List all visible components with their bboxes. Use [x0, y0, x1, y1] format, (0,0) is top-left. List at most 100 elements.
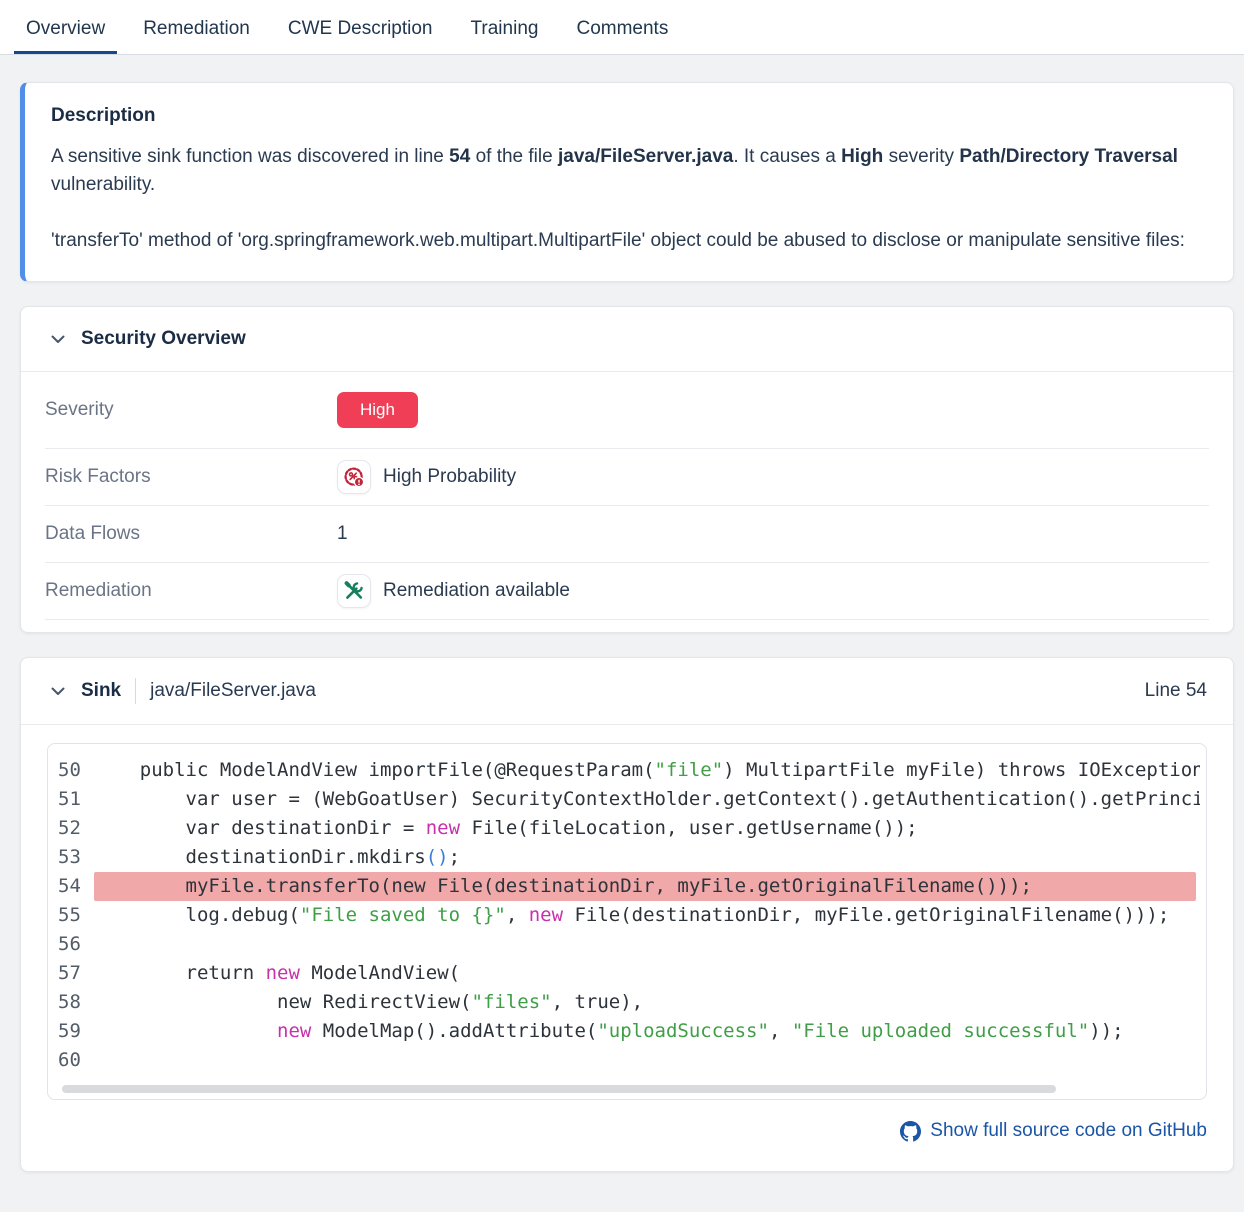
line-number: 52 — [48, 814, 94, 843]
code-viewer[interactable]: 50 public ModelAndView importFile(@Reque… — [47, 743, 1207, 1100]
emphasized-text: java/FileServer.java — [558, 146, 733, 167]
code-line: 60 — [48, 1046, 1206, 1075]
tab-comments[interactable]: Comments — [564, 10, 680, 54]
code-line: 56 — [48, 930, 1206, 959]
code-segment: destinationDir.mkdirs — [94, 846, 426, 868]
row-severity: SeverityHigh — [45, 372, 1209, 449]
line-number: 57 — [48, 959, 94, 988]
text: A sensitive sink function was discovered… — [51, 146, 449, 167]
chevron-down-icon[interactable] — [51, 687, 65, 696]
severity-badge: High — [337, 392, 418, 428]
tab-training[interactable]: Training — [459, 10, 551, 54]
github-source-link[interactable]: Show full source code on GitHub — [900, 1120, 1207, 1142]
tools-icon — [337, 574, 371, 608]
code-text: public ModelAndView importFile(@RequestP… — [94, 756, 1200, 785]
emphasized-text: High — [841, 146, 883, 167]
code-segment: new — [426, 817, 460, 839]
code-text — [94, 930, 1200, 959]
code-line: 55 log.debug("File saved to {}", new Fil… — [48, 901, 1206, 930]
code-line-highlighted: 54 myFile.transferTo(new File(destinatio… — [48, 872, 1206, 901]
github-icon — [900, 1121, 921, 1142]
row-remediation: RemediationRemediation available — [45, 563, 1209, 620]
code-segment: new RedirectView( — [94, 991, 472, 1013]
description-paragraph-1: A sensitive sink function was discovered… — [51, 143, 1203, 199]
code-line: 51 var user = (WebGoatUser) SecurityCont… — [48, 785, 1206, 814]
data-flows-text: 1 — [337, 523, 348, 545]
code-lines: 50 public ModelAndView importFile(@Reque… — [48, 756, 1206, 1075]
code-segment: "files" — [472, 991, 552, 1013]
code-text: new RedirectView("files", true), — [94, 988, 1200, 1017]
code-text — [94, 1046, 1200, 1075]
code-segment: var user = (WebGoatUser) SecurityContext… — [94, 788, 1200, 810]
description-title: Description — [51, 105, 1203, 127]
code-segment: ) MultipartFile myFile) throws IOExcepti… — [723, 759, 1200, 781]
line-number: 53 — [48, 843, 94, 872]
description-panel: Description A sensitive sink function wa… — [20, 82, 1234, 282]
row-risk-factors: Risk FactorsHigh Probability — [45, 449, 1209, 506]
sink-title: Sink — [81, 680, 121, 702]
code-segment: "File saved to {}" — [300, 904, 506, 926]
horizontal-scrollbar-thumb[interactable] — [62, 1085, 1056, 1093]
code-segment: ModelMap().addAttribute( — [311, 1020, 597, 1042]
code-line: 52 var destinationDir = new File(fileLoc… — [48, 814, 1206, 843]
horizontal-scrollbar — [62, 1085, 1192, 1093]
line-number: 50 — [48, 756, 94, 785]
code-segment — [94, 1020, 277, 1042]
code-segment: new — [266, 962, 300, 984]
code-text: new ModelMap().addAttribute("uploadSucce… — [94, 1017, 1200, 1046]
tab-remediation[interactable]: Remediation — [131, 10, 262, 54]
severity-label: Severity — [45, 399, 337, 421]
code-segment: ; — [449, 846, 460, 868]
security-overview-rows: SeverityHighRisk FactorsHigh Probability… — [21, 372, 1233, 632]
sink-file-path: java/FileServer.java — [150, 680, 316, 702]
severity-value: High — [337, 392, 418, 428]
code-segment: myFile.transferTo(new File(destinationDi… — [94, 875, 1032, 897]
code-segment: return — [94, 962, 266, 984]
code-text: var user = (WebGoatUser) SecurityContext… — [94, 785, 1200, 814]
remediation-value: Remediation available — [337, 574, 570, 608]
security-overview-title: Security Overview — [81, 328, 246, 350]
sink-header[interactable]: Sink java/FileServer.java Line 54 — [21, 658, 1233, 725]
code-segment: "uploadSuccess" — [597, 1020, 769, 1042]
code-text: destinationDir.mkdirs(); — [94, 843, 1200, 872]
text: 'transferTo' method of 'org.springframew… — [51, 230, 1185, 251]
code-line: 50 public ModelAndView importFile(@Reque… — [48, 756, 1206, 785]
tab-cwe-description[interactable]: CWE Description — [276, 10, 445, 54]
tab-overview[interactable]: Overview — [14, 10, 117, 54]
code-text: log.debug("File saved to {}", new File(d… — [94, 901, 1200, 930]
data-flows-label: Data Flows — [45, 523, 337, 545]
description-paragraph-2: 'transferTo' method of 'org.springframew… — [51, 227, 1203, 255]
code-segment: , — [769, 1020, 792, 1042]
code-segment: )); — [1089, 1020, 1123, 1042]
line-number: 54 — [48, 872, 94, 901]
emphasized-text: Path/Directory Traversal — [959, 146, 1178, 167]
github-link-row: Show full source code on GitHub — [47, 1120, 1207, 1147]
code-line: 53 destinationDir.mkdirs(); — [48, 843, 1206, 872]
code-segment: ModelAndView( — [300, 962, 460, 984]
risk-badge-icon — [337, 460, 371, 494]
sink-panel: Sink java/FileServer.java Line 54 50 pub… — [20, 657, 1234, 1172]
code-line: 58 new RedirectView("files", true), — [48, 988, 1206, 1017]
code-text: var destinationDir = new File(fileLocati… — [94, 814, 1200, 843]
line-number: 59 — [48, 1017, 94, 1046]
text: severity — [883, 146, 959, 167]
code-segment: , true), — [552, 991, 644, 1013]
security-overview-header[interactable]: Security Overview — [21, 307, 1233, 372]
code-text: myFile.transferTo(new File(destinationDi… — [94, 872, 1196, 901]
code-text: return new ModelAndView( — [94, 959, 1200, 988]
text: . It causes a — [733, 146, 841, 167]
code-segment: () — [426, 846, 449, 868]
code-segment: "file" — [655, 759, 724, 781]
text: vulnerability. — [51, 174, 155, 195]
data-flows-value: 1 — [337, 523, 348, 545]
security-overview-panel: Security Overview SeverityHighRisk Facto… — [20, 306, 1234, 633]
line-number: 58 — [48, 988, 94, 1017]
overview-page: Description A sensitive sink function wa… — [0, 55, 1244, 1172]
code-segment: "File uploaded successful" — [792, 1020, 1089, 1042]
line-number: 55 — [48, 901, 94, 930]
line-number: 60 — [48, 1046, 94, 1075]
code-segment: var destinationDir = — [94, 817, 426, 839]
chevron-down-icon[interactable] — [51, 335, 65, 344]
risk-factors-text: High Probability — [383, 466, 516, 488]
code-segment: File(destinationDir, myFile.getOriginalF… — [563, 904, 1169, 926]
